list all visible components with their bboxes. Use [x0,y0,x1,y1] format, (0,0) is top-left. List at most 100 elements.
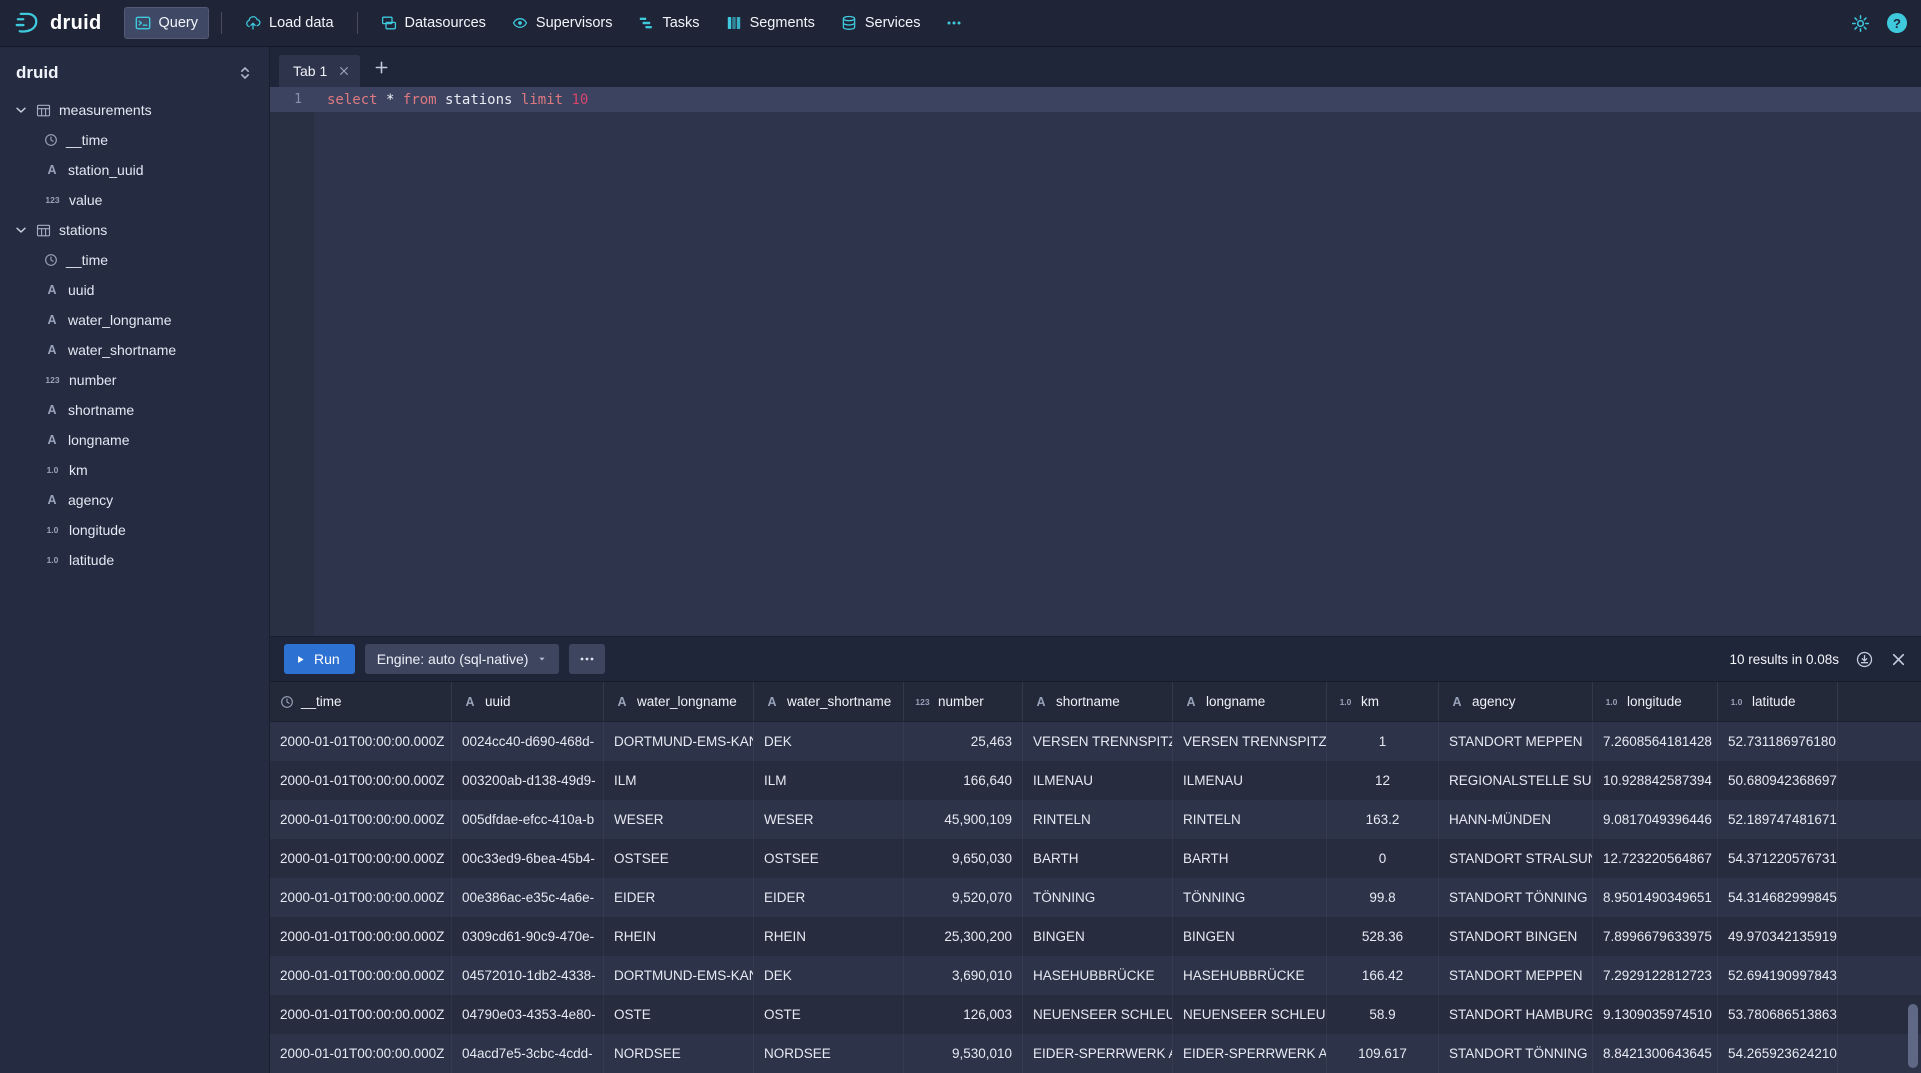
table-cell[interactable]: 04acd7e5-3cbc-4cdd- [452,1034,604,1073]
tree-column-water_shortname[interactable]: Awater_shortname [0,335,269,365]
table-cell[interactable]: 1 [1327,722,1439,761]
table-cell[interactable]: NORDSEE [754,1034,904,1073]
table-cell[interactable]: 2000-01-01T00:00:00.000Z [270,1034,452,1073]
column-header-uuid[interactable]: Auuid [452,682,604,721]
run-button[interactable]: Run [284,644,355,674]
tree-column-__time[interactable]: __time [0,245,269,275]
sql-editor[interactable]: 1 select * from stations limit 10 [270,87,1921,636]
table-cell[interactable]: 2000-01-01T00:00:00.000Z [270,917,452,956]
table-cell[interactable]: 126,003 [904,995,1023,1034]
table-cell[interactable]: DORTMUND-EMS-KANAL [604,722,754,761]
table-cell[interactable]: 7.2608564181428 [1593,722,1718,761]
table-cell[interactable]: TÖNNING [1023,878,1173,917]
nav-item-query[interactable]: Query [124,7,210,39]
table-cell[interactable]: 12.723220564867 [1593,839,1718,878]
help-icon[interactable]: ? [1887,13,1907,33]
table-cell[interactable]: 2000-01-01T00:00:00.000Z [270,800,452,839]
nav-item-tasks[interactable]: Tasks [627,7,710,39]
table-cell[interactable]: 58.9 [1327,995,1439,1034]
table-cell[interactable]: NORDSEE [604,1034,754,1073]
chevron-down-icon[interactable] [14,223,28,237]
table-cell[interactable]: 109.617 [1327,1034,1439,1073]
table-cell[interactable]: NEUENSEER SCHLEUSE [1023,995,1173,1034]
table-cell[interactable]: RHEIN [754,917,904,956]
table-cell[interactable]: 53.780686513863 [1718,995,1838,1034]
table-cell[interactable]: 9.1309035974510 [1593,995,1718,1034]
column-header-latitude[interactable]: 1.0latitude [1718,682,1838,721]
tab-tab1[interactable]: Tab 1 [279,55,360,87]
table-cell[interactable]: EIDER [604,878,754,917]
column-header-number[interactable]: 123number [904,682,1023,721]
table-cell[interactable]: 166.42 [1327,956,1439,995]
table-cell[interactable]: ILMENAU [1023,761,1173,800]
table-cell[interactable]: 9,520,070 [904,878,1023,917]
table-cell[interactable]: STANDORT TÖNNING [1439,878,1593,917]
tree-column-value[interactable]: 123value [0,185,269,215]
table-cell[interactable]: 45,900,109 [904,800,1023,839]
table-cell[interactable]: NEUENSEER SCHLEUSE [1173,995,1327,1034]
tree-column-agency[interactable]: Aagency [0,485,269,515]
download-results-icon[interactable] [1856,651,1873,668]
table-cell[interactable]: ILM [604,761,754,800]
table-cell[interactable]: 163.2 [1327,800,1439,839]
table-cell[interactable]: WESER [754,800,904,839]
table-cell[interactable]: 2000-01-01T00:00:00.000Z [270,839,452,878]
table-cell[interactable]: STANDORT TÖNNING [1439,1034,1593,1073]
table-cell[interactable]: 00c33ed9-6bea-45b4- [452,839,604,878]
tree-table-measurements[interactable]: measurements [0,95,269,125]
table-cell[interactable]: 04790e03-4353-4e80- [452,995,604,1034]
column-header-shortname[interactable]: Ashortname [1023,682,1173,721]
table-cell[interactable]: 00e386ac-e35c-4a6e- [452,878,604,917]
table-cell[interactable]: OSTE [604,995,754,1034]
table-cell[interactable]: 9,530,010 [904,1034,1023,1073]
column-header-water_longname[interactable]: Awater_longname [604,682,754,721]
tab-close-icon[interactable] [338,65,350,77]
table-cell[interactable]: 2000-01-01T00:00:00.000Z [270,995,452,1034]
table-cell[interactable]: EIDER [754,878,904,917]
double-caret-vertical-icon[interactable] [237,65,253,81]
table-cell[interactable]: 003200ab-d138-49d9- [452,761,604,800]
table-cell[interactable]: ILMENAU [1173,761,1327,800]
nav-item-datasources[interactable]: Datasources [370,7,497,39]
table-cell[interactable]: RINTELN [1023,800,1173,839]
table-cell[interactable]: 528.36 [1327,917,1439,956]
scrollbar-thumb[interactable] [1908,1004,1918,1068]
table-cell[interactable]: OSTSEE [604,839,754,878]
table-cell[interactable]: 10.928842587394 [1593,761,1718,800]
table-cell[interactable]: 0 [1327,839,1439,878]
table-cell[interactable]: 2000-01-01T00:00:00.000Z [270,761,452,800]
table-cell[interactable]: 52.694190997843 [1718,956,1838,995]
table-cell[interactable]: 166,640 [904,761,1023,800]
table-cell[interactable]: HASEHUBBRÜCKE [1023,956,1173,995]
table-cell[interactable]: EIDER-SPERRWERK AP [1023,1034,1173,1073]
table-cell[interactable]: 12 [1327,761,1439,800]
table-cell[interactable]: 3,690,010 [904,956,1023,995]
table-cell[interactable]: REGIONALSTELLE SUHL [1439,761,1593,800]
table-cell[interactable]: 25,463 [904,722,1023,761]
table-cell[interactable]: STANDORT HAMBURG [1439,995,1593,1034]
table-cell[interactable]: RHEIN [604,917,754,956]
engine-select-button[interactable]: Engine: auto (sql-native) [365,644,560,674]
column-header-longitude[interactable]: 1.0longitude [1593,682,1718,721]
table-cell[interactable]: 25,300,200 [904,917,1023,956]
table-cell[interactable]: 54.265923624210 [1718,1034,1838,1073]
table-cell[interactable]: BINGEN [1173,917,1327,956]
table-cell[interactable]: 50.680942368697 [1718,761,1838,800]
sql-code-line[interactable]: select * from stations limit 10 [314,92,588,108]
table-cell[interactable]: VERSEN TRENNSPITZE [1173,722,1327,761]
chevron-down-icon[interactable] [14,103,28,117]
table-cell[interactable]: STANDORT STRALSUND [1439,839,1593,878]
table-cell[interactable]: 0309cd61-90c9-470e- [452,917,604,956]
table-cell[interactable]: RINTELN [1173,800,1327,839]
tree-column-latitude[interactable]: 1.0latitude [0,545,269,575]
table-cell[interactable]: BINGEN [1023,917,1173,956]
table-cell[interactable]: HANN-MÜNDEN [1439,800,1593,839]
tree-column-water_longname[interactable]: Awater_longname [0,305,269,335]
table-cell[interactable]: 2000-01-01T00:00:00.000Z [270,956,452,995]
table-cell[interactable]: 54.314682999845 [1718,878,1838,917]
tree-column-longname[interactable]: Alongname [0,425,269,455]
table-cell[interactable]: 0024cc40-d690-468d- [452,722,604,761]
table-cell[interactable]: BARTH [1023,839,1173,878]
nav-item-segments[interactable]: Segments [715,7,826,39]
table-cell[interactable]: 2000-01-01T00:00:00.000Z [270,878,452,917]
